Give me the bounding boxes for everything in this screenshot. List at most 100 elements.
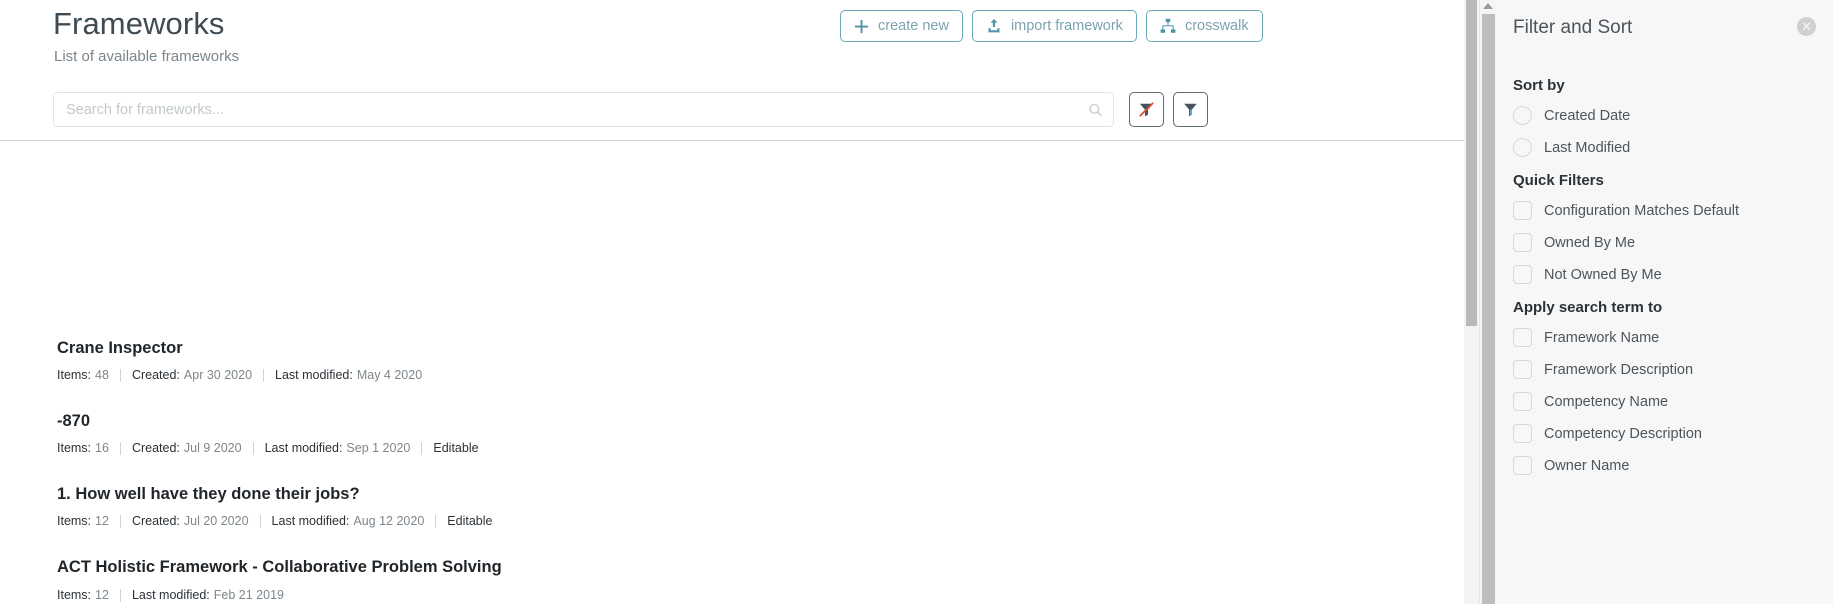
items-label: Items:: [57, 368, 92, 382]
plus-icon: [854, 19, 869, 34]
checkbox-icon[interactable]: [1513, 424, 1532, 443]
meta-separator: [252, 441, 254, 455]
items-label: Items:: [57, 441, 92, 455]
created-value: Apr 30 2020: [183, 368, 253, 382]
framework-name[interactable]: -870: [57, 412, 90, 431]
checkbox-icon[interactable]: [1513, 328, 1532, 347]
crosswalk-label: crosswalk: [1184, 18, 1249, 34]
meta-separator: [119, 368, 121, 382]
modified-value: May 4 2020: [356, 368, 423, 382]
editable-flag: Editable: [433, 441, 479, 455]
items-value: 48: [95, 368, 109, 382]
modified-label: Last modified:: [275, 368, 353, 382]
page-title: Frameworks: [53, 6, 225, 41]
search-scope-label: Competency Name: [1544, 393, 1669, 410]
framework-meta: Items: 12 Last modified: Feb 21 2019: [57, 588, 284, 602]
search-scope-label: Framework Description: [1544, 361, 1694, 378]
panel-scrollbar[interactable]: [1479, 0, 1496, 604]
sort-option-last-modified[interactable]: Last Modified: [1513, 138, 1630, 157]
items-value: 12: [95, 588, 109, 602]
items-label: Items:: [57, 588, 92, 602]
search-scope-owner-name[interactable]: Owner Name: [1513, 456, 1629, 475]
main-content: Frameworks List of available frameworks …: [0, 0, 1479, 604]
header-divider: [0, 140, 1479, 141]
search-scope-label: Framework Name: [1544, 329, 1660, 346]
created-value: Jul 20 2020: [183, 514, 249, 528]
quick-filter-owned-by-me[interactable]: Owned By Me: [1513, 233, 1635, 252]
sort-option-label: Last Modified: [1544, 139, 1631, 156]
search-input[interactable]: [54, 93, 1113, 126]
created-label: Created:: [131, 441, 180, 455]
sort-option-label: Created Date: [1544, 107, 1631, 124]
search-scope-label: Competency Description: [1544, 425, 1702, 442]
page-subtitle: List of available frameworks: [54, 48, 240, 65]
create-new-label: create new: [878, 18, 949, 34]
header-actions: create new import framework crosswalk: [840, 10, 1263, 42]
checkbox-icon[interactable]: [1513, 392, 1532, 411]
clear-filter-button[interactable]: [1129, 92, 1164, 127]
quick-filter-configuration-matches-default[interactable]: Configuration Matches Default: [1513, 201, 1739, 220]
quick-filter-label: Owned By Me: [1544, 234, 1636, 251]
search-scope-framework-description[interactable]: Framework Description: [1513, 360, 1693, 379]
sitemap-icon: [1160, 18, 1176, 34]
sort-option-created-date[interactable]: Created Date: [1513, 106, 1630, 125]
search-icon: [1088, 102, 1103, 117]
create-new-button[interactable]: create new: [840, 10, 963, 42]
checkbox-icon[interactable]: [1513, 265, 1532, 284]
filter-icon: [1184, 103, 1197, 117]
framework-name[interactable]: Crane Inspector: [57, 339, 183, 358]
apply-search-term-heading: Apply search term to: [1513, 299, 1663, 316]
page-header: Frameworks List of available frameworks …: [0, 0, 1479, 163]
quick-filter-not-owned-by-me[interactable]: Not Owned By Me: [1513, 265, 1662, 284]
crosswalk-button[interactable]: crosswalk: [1145, 10, 1263, 42]
meta-separator: [119, 441, 121, 455]
quick-filters-heading: Quick Filters: [1513, 172, 1604, 189]
created-label: Created:: [131, 514, 180, 528]
items-value: 12: [95, 514, 109, 528]
framework-meta: Items: 12 Created: Jul 20 2020 Last modi…: [57, 514, 492, 528]
checkbox-icon[interactable]: [1513, 456, 1532, 475]
checkbox-icon[interactable]: [1513, 201, 1532, 220]
editable-flag: Editable: [447, 514, 493, 528]
upload-icon: [986, 18, 1002, 34]
created-label: Created:: [131, 368, 180, 382]
search-scope-competency-description[interactable]: Competency Description: [1513, 424, 1702, 443]
close-icon[interactable]: ✕: [1797, 17, 1816, 36]
modified-label: Last modified:: [131, 588, 210, 602]
modified-label: Last modified:: [264, 441, 343, 455]
modified-value: Sep 1 2020: [346, 441, 411, 455]
search-scope-framework-name[interactable]: Framework Name: [1513, 328, 1659, 347]
main-scrollbar-thumb[interactable]: [1466, 0, 1477, 326]
frameworks-page: Frameworks List of available frameworks …: [0, 0, 1833, 604]
import-framework-button[interactable]: import framework: [971, 10, 1137, 42]
meta-separator: [263, 368, 265, 382]
meta-separator: [435, 514, 437, 528]
quick-filter-label: Not Owned By Me: [1544, 266, 1662, 283]
quick-filter-label: Configuration Matches Default: [1544, 202, 1740, 219]
modified-value: Aug 12 2020: [353, 514, 425, 528]
search-row: [53, 92, 1208, 127]
filter-slash-icon: [1139, 102, 1154, 117]
items-label: Items:: [57, 514, 92, 528]
search-scope-label: Owner Name: [1544, 457, 1630, 474]
radio-icon[interactable]: [1513, 106, 1532, 125]
radio-icon[interactable]: [1513, 138, 1532, 157]
sort-by-heading: Sort by: [1513, 77, 1565, 94]
meta-separator: [119, 588, 121, 602]
meta-separator: [259, 514, 261, 528]
framework-name[interactable]: ACT Holistic Framework - Collaborative P…: [57, 558, 502, 577]
framework-name[interactable]: 1. How well have they done their jobs?: [57, 485, 360, 504]
scroll-up-arrow-icon[interactable]: [1483, 3, 1493, 9]
checkbox-icon[interactable]: [1513, 233, 1532, 252]
search-scope-competency-name[interactable]: Competency Name: [1513, 392, 1668, 411]
meta-separator: [421, 441, 423, 455]
panel-title: Filter and Sort: [1513, 17, 1633, 38]
checkbox-icon[interactable]: [1513, 360, 1532, 379]
panel-scrollbar-thumb[interactable]: [1482, 14, 1495, 604]
filter-button[interactable]: [1173, 92, 1208, 127]
modified-label: Last modified:: [271, 514, 350, 528]
modified-value: Feb 21 2019: [213, 588, 284, 602]
items-value: 16: [95, 441, 109, 455]
filter-sort-panel: Filter and Sort ✕ Sort by Created Date L…: [1496, 0, 1833, 604]
main-scrollbar[interactable]: [1464, 0, 1479, 604]
